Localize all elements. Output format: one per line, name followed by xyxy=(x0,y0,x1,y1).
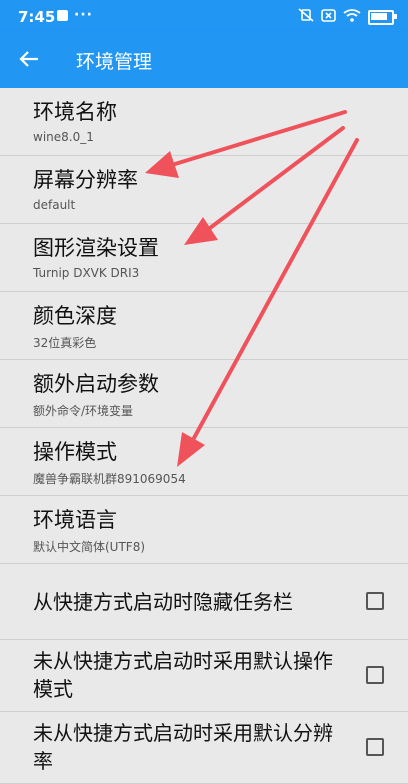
setting-screen-resolution[interactable]: 屏幕分辨率 default xyxy=(0,156,408,224)
status-bar: 7:45 ··· xyxy=(0,0,408,32)
setting-title: 额外启动参数 xyxy=(33,372,159,396)
wifi-icon xyxy=(343,8,361,26)
checkbox[interactable] xyxy=(366,738,384,756)
option-default-resolution[interactable]: 未从快捷方式启动时采用默认分辨率 xyxy=(0,712,408,784)
status-icons xyxy=(298,8,397,26)
option-label: 未从快捷方式启动时采用默认操作模式 xyxy=(33,649,333,701)
setting-graphics-render[interactable]: 图形渲染设置 Turnip DXVK DRI3 xyxy=(0,224,408,292)
no-sim-icon xyxy=(321,8,336,26)
setting-title: 操作模式 xyxy=(33,440,117,464)
notification-icon xyxy=(57,10,68,21)
setting-subtitle: 魔兽争霸联机群891069054 xyxy=(33,472,186,486)
setting-title: 环境名称 xyxy=(33,100,117,124)
option-label: 未从快捷方式启动时采用默认分辨率 xyxy=(33,721,333,773)
setting-subtitle: wine8.0_1 xyxy=(33,130,94,144)
setting-title: 图形渲染设置 xyxy=(33,236,159,260)
back-arrow-icon xyxy=(19,51,38,67)
checkbox[interactable] xyxy=(366,666,384,684)
setting-operation-mode[interactable]: 操作模式 魔兽争霸联机群891069054 xyxy=(0,428,408,496)
setting-title: 环境语言 xyxy=(33,508,117,532)
setting-subtitle: Turnip DXVK DRI3 xyxy=(33,266,140,280)
setting-color-depth[interactable]: 颜色深度 32位真彩色 xyxy=(0,292,408,360)
setting-extra-launch-args[interactable]: 额外启动参数 额外命令/环境变量 xyxy=(0,360,408,428)
vibrate-off-icon xyxy=(298,8,314,26)
back-button[interactable] xyxy=(10,40,50,80)
battery-level xyxy=(371,12,387,20)
settings-list: 环境名称 wine8.0_1 屏幕分辨率 default 图形渲染设置 Turn… xyxy=(0,88,408,784)
status-time: 7:45 xyxy=(18,8,56,26)
setting-environment-name[interactable]: 环境名称 wine8.0_1 xyxy=(0,88,408,156)
setting-subtitle: default xyxy=(33,198,76,212)
option-default-operation-mode[interactable]: 未从快捷方式启动时采用默认操作模式 xyxy=(0,640,408,712)
setting-subtitle: 默认中文简体(UTF8) xyxy=(33,540,146,554)
battery-icon xyxy=(368,9,397,25)
setting-title: 颜色深度 xyxy=(33,304,117,328)
checkbox[interactable] xyxy=(366,592,384,610)
setting-subtitle: 32位真彩色 xyxy=(33,336,97,350)
setting-title: 屏幕分辨率 xyxy=(33,168,138,192)
setting-environment-language[interactable]: 环境语言 默认中文简体(UTF8) xyxy=(0,496,408,564)
app-bar: 环境管理 xyxy=(0,32,408,88)
more-notifications-icon: ··· xyxy=(74,7,93,23)
setting-subtitle: 额外命令/环境变量 xyxy=(33,404,134,418)
option-hide-taskbar[interactable]: 从快捷方式启动时隐藏任务栏 xyxy=(0,564,408,640)
page-title: 环境管理 xyxy=(76,51,153,73)
option-label: 从快捷方式启动时隐藏任务栏 xyxy=(33,590,293,614)
